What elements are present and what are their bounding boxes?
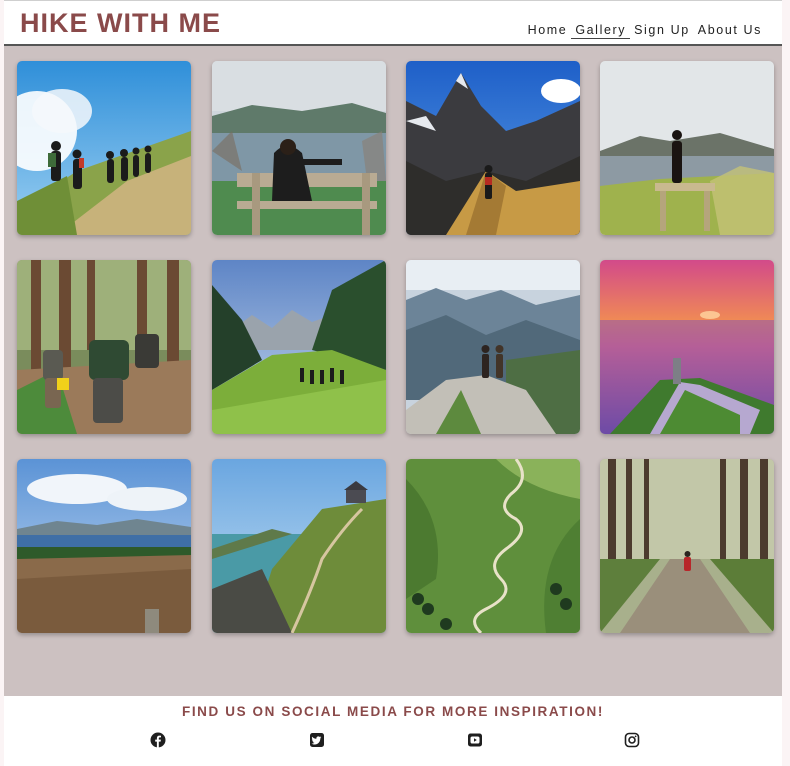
- cliff-path-hut-photo[interactable]: [212, 459, 386, 633]
- woman-standing-on-bench-photo[interactable]: [600, 61, 774, 235]
- nav-home-link[interactable]: Home: [524, 22, 572, 39]
- twitter-icon[interactable]: [309, 732, 325, 748]
- nav-signup-link[interactable]: Sign Up: [630, 22, 694, 39]
- pine-forest-trail-photo[interactable]: [600, 459, 774, 633]
- woman-on-bench-lake-photo[interactable]: [212, 61, 386, 235]
- youtube-icon[interactable]: [467, 732, 483, 748]
- site-header: HIKE WITH ME Home Gallery Sign Up About …: [4, 0, 782, 46]
- backpackers-forest-path-photo[interactable]: [17, 260, 191, 434]
- nav-gallery-link[interactable]: Gallery: [571, 22, 631, 39]
- winding-mountain-road-photo[interactable]: [406, 459, 580, 633]
- instagram-icon[interactable]: [624, 732, 640, 748]
- page: HIKE WITH ME Home Gallery Sign Up About …: [4, 0, 782, 766]
- coastal-heath-view-photo[interactable]: [17, 459, 191, 633]
- site-logo[interactable]: HIKE WITH ME: [20, 8, 221, 39]
- sunset-lighthouse-sea-photo[interactable]: [600, 260, 774, 434]
- hikers-green-valley-photo[interactable]: [212, 260, 386, 434]
- site-footer: FIND US ON SOCIAL MEDIA FOR MORE INSPIRA…: [4, 696, 782, 766]
- gallery-grid: [4, 46, 782, 696]
- hiker-mountain-ridge-photo[interactable]: [406, 61, 580, 235]
- facebook-icon[interactable]: [150, 732, 166, 748]
- footer-title: FIND US ON SOCIAL MEDIA FOR MORE INSPIRA…: [181, 704, 604, 719]
- main-nav: Home Gallery Sign Up About Us: [524, 22, 766, 39]
- nav-about-link[interactable]: About Us: [694, 22, 766, 39]
- couple-on-rock-mountains-photo[interactable]: [406, 260, 580, 434]
- hikers-group-hillside-photo[interactable]: [17, 61, 191, 235]
